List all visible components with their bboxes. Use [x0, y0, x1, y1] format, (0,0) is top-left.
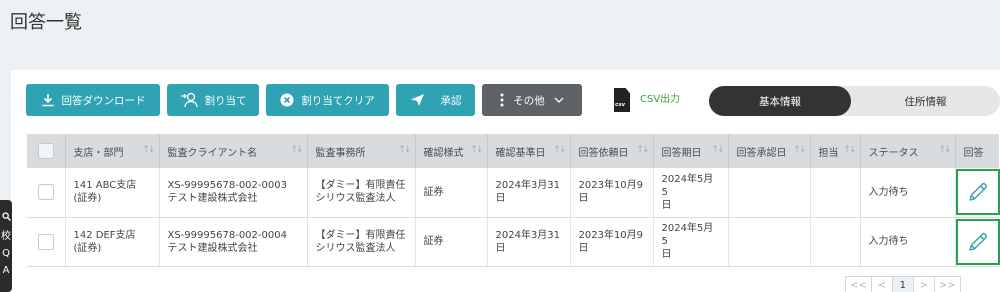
table-row: 142 DEF支店 (証券) XS-99995678-002-0004 テスト建設株…: [27, 217, 1000, 267]
column-header-due-date[interactable]: 回答期日 ↑↓: [653, 134, 729, 168]
assign-user-icon: [180, 92, 198, 108]
base-date-cell: 2024年3月31 日: [487, 168, 571, 218]
sort-icon: ↑↓: [470, 145, 483, 155]
column-header-form[interactable]: 確認様式 ↑↓: [415, 134, 488, 168]
base-date-cell: 2024年3月31 日: [487, 217, 571, 267]
current-page-button[interactable]: 1: [891, 276, 914, 292]
clear-assign-button[interactable]: 割り当てクリア: [266, 84, 389, 116]
view-toggle: 基本情報 住所情報: [709, 86, 1000, 116]
answers-table: 支店・部門 ↑↓ 監査クライアント名 ↑↓ 監査事務所 ↑↓ 確認様式 ↑↓ 確認基準日…: [27, 134, 1000, 267]
approval-date-cell: [728, 217, 811, 267]
clear-icon: [280, 93, 294, 107]
page-title: 回答一覧: [10, 12, 82, 33]
row-select-cell: [27, 168, 66, 218]
firm-cell: 【ダミー】有限責任 シリウス監査法人: [307, 168, 416, 218]
send-icon: [410, 94, 424, 106]
column-header-base-date[interactable]: 確認基準日 ↑↓: [487, 134, 571, 168]
assignee-cell: [810, 217, 861, 267]
chevron-down-icon: [554, 97, 564, 103]
form-cell: 証券: [415, 168, 488, 218]
column-header-request-date[interactable]: 回答依頼日 ↑↓: [570, 134, 654, 168]
pencil-icon: [968, 232, 987, 251]
download-icon: [42, 94, 53, 107]
download-answers-button[interactable]: 回答ダウンロード: [26, 84, 160, 116]
answer-cell: [955, 217, 1000, 267]
column-header-branch[interactable]: 支店・部門 ↑↓: [65, 134, 160, 168]
column-header-firm[interactable]: 監査事務所 ↑↓: [307, 134, 416, 168]
edit-answer-button[interactable]: [955, 218, 1000, 265]
request-date-cell: 2023年10月9 日: [570, 168, 654, 218]
column-header-client[interactable]: 監査クライアント名 ↑↓: [159, 134, 308, 168]
toolbar: 回答ダウンロード 割り当て 割り当てクリア 承認 その他 csv CSV出力 基…: [26, 84, 1000, 116]
branch-cell: 142 DEF支店 (証券): [65, 217, 160, 267]
csv-export-button[interactable]: csv CSV出力: [614, 88, 680, 114]
results-panel: 回答ダウンロード 割り当て 割り当てクリア 承認 その他 csv CSV出力 基…: [11, 70, 1000, 292]
client-cell: XS-99995678-002-0004 テスト建設株式会社: [159, 217, 308, 267]
prev-page-button[interactable]: <: [870, 276, 893, 292]
tab-address-info[interactable]: 住所情報: [851, 86, 1000, 116]
sort-icon: ↑↓: [711, 145, 724, 155]
pencil-icon: [968, 183, 987, 201]
sort-icon: ↑↓: [398, 145, 411, 155]
column-header-answer: 回答: [955, 134, 999, 168]
assignee-cell: [810, 168, 861, 218]
status-cell: 入力待ち: [860, 168, 956, 218]
table-header-row: 支店・部門 ↑↓ 監査クライアント名 ↑↓ 監査事務所 ↑↓ 確認様式 ↑↓ 確認基準日…: [27, 134, 999, 168]
answer-cell: [955, 168, 1000, 218]
column-header-assignee[interactable]: 担当 ↑↓: [810, 134, 861, 168]
last-page-button[interactable]: >>: [933, 276, 961, 292]
sort-icon: ↑↓: [142, 145, 155, 155]
row-select-cell: [27, 217, 66, 267]
more-vertical-icon: [500, 93, 504, 107]
pagination: << < 1 > >>: [845, 276, 961, 292]
other-menu-button[interactable]: その他: [482, 84, 582, 116]
sort-icon: ↑↓: [553, 145, 566, 155]
table-row: 141 ABC支店 (証券) XS-99995678-002-0003 テスト建設株…: [27, 168, 1000, 218]
sort-icon: ↑↓: [938, 145, 951, 155]
edit-answer-button[interactable]: [955, 169, 1000, 216]
sort-icon: ↑↓: [290, 145, 303, 155]
search-icon: [1, 212, 11, 221]
form-cell: 証券: [415, 217, 488, 267]
due-date-cell: 2024年5月5 日: [653, 217, 729, 267]
row-checkbox[interactable]: [37, 233, 54, 250]
sort-icon: ↑↓: [793, 145, 806, 155]
sort-icon: ↑↓: [636, 145, 649, 155]
assign-button[interactable]: 割り当て: [167, 84, 259, 116]
approval-date-cell: [728, 168, 811, 218]
side-search-tab[interactable]: 校 Q A: [0, 200, 12, 292]
select-all-checkbox[interactable]: [37, 143, 54, 159]
tab-basic-info[interactable]: 基本情報: [709, 86, 851, 116]
status-cell: 入力待ち: [860, 217, 956, 267]
request-date-cell: 2023年10月9 日: [570, 217, 654, 267]
csv-file-icon: csv: [614, 88, 630, 112]
due-date-cell: 2024年5月5 日: [653, 168, 729, 218]
first-page-button[interactable]: <<: [845, 276, 872, 292]
approve-button[interactable]: 承認: [396, 84, 475, 116]
column-header-status[interactable]: ステータス ↑↓: [860, 134, 956, 168]
row-checkbox[interactable]: [37, 184, 54, 201]
select-all-cell: [27, 134, 66, 168]
branch-cell: 141 ABC支店 (証券): [65, 168, 160, 218]
client-cell: XS-99995678-002-0003 テスト建設株式会社: [159, 168, 308, 218]
sort-icon: ↑↓: [843, 145, 856, 155]
firm-cell: 【ダミー】有限責任 シリウス監査法人: [307, 217, 416, 267]
next-page-button[interactable]: >: [912, 276, 935, 292]
column-header-approval-date[interactable]: 回答承認日 ↑↓: [728, 134, 811, 168]
